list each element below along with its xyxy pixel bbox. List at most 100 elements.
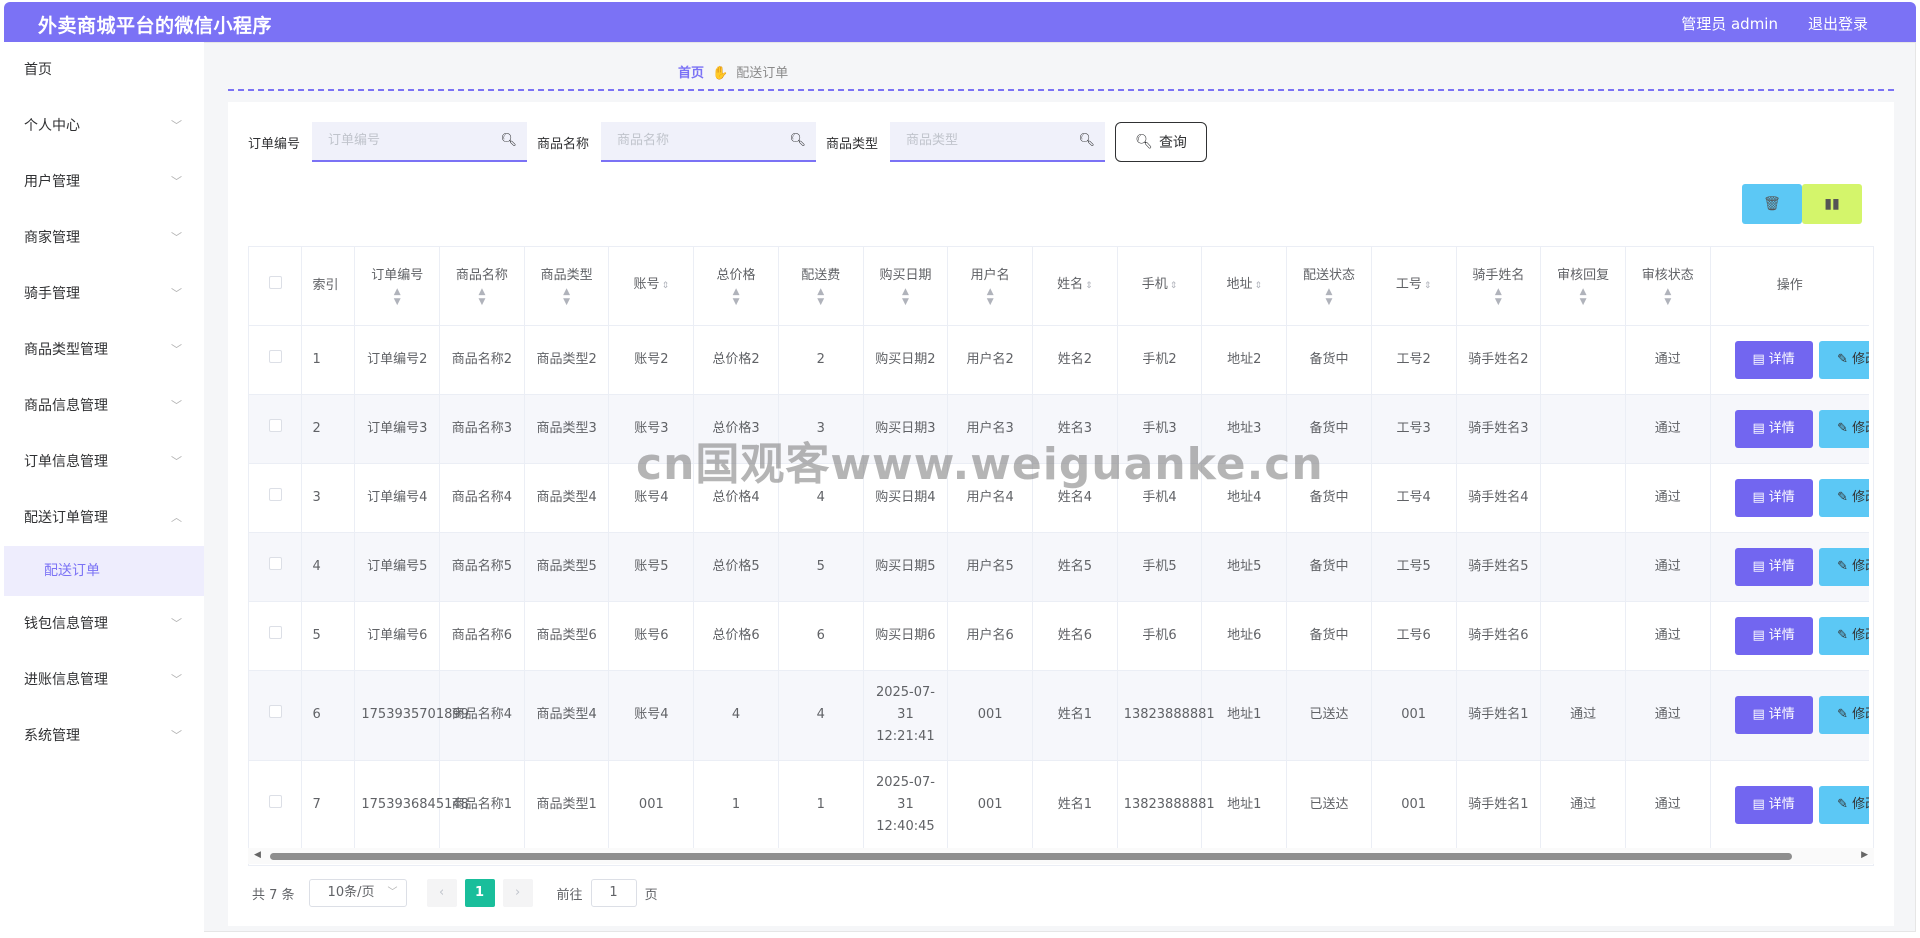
scrollbar-thumb[interactable] (270, 853, 1792, 860)
edit-button[interactable]: ✎修改 (1818, 547, 1869, 586)
order-number-input[interactable]: 订单编号 🔍︎ (312, 122, 528, 162)
column-header[interactable]: 审核回复 ▲ ▼ (1540, 247, 1626, 326)
table-cell: 通过 (1625, 670, 1711, 761)
edit-button[interactable]: ✎修改 (1818, 786, 1869, 824)
sidebar-subitem-delivery-orders[interactable]: 配送订单 (4, 546, 204, 596)
scroll-right-icon[interactable]: ▶ (1861, 850, 1868, 860)
detail-button[interactable]: ▤ 详情 (1734, 340, 1813, 379)
detail-button[interactable]: ▤ 详情 (1734, 696, 1813, 734)
edit-button[interactable]: ✎修改 (1818, 616, 1869, 655)
column-header[interactable]: 地址 ⇕ (1201, 247, 1288, 326)
checkbox[interactable] (268, 625, 282, 639)
column-header[interactable]: 订单编号 ▲ ▼ (354, 247, 441, 326)
sort-icon[interactable]: ▲ ▼ (361, 287, 433, 307)
table-cell: 用户名4 (947, 463, 1033, 533)
column-header[interactable]: 姓名 ⇕ (1032, 247, 1118, 326)
sidebar-item-goods-info[interactable]: 商品信息管理 ﹀ (4, 378, 204, 434)
sort-icon[interactable]: ▲ ▼ (1632, 287, 1704, 307)
detail-button[interactable]: ▤ 详情 (1734, 409, 1813, 448)
column-header[interactable]: 手机 ⇕ (1117, 247, 1203, 326)
goto-page-input[interactable]: 1 (590, 879, 637, 907)
sort-icon[interactable]: ▲ ▼ (1547, 287, 1619, 307)
column-header[interactable]: 工号 ⇕ (1371, 247, 1457, 326)
sidebar-item-delivery[interactable]: 配送订单管理 ︿ (4, 490, 204, 546)
column-header[interactable]: 总价格 ▲ ▼ (693, 247, 779, 326)
sort-icon[interactable]: ▲ ▼ (1293, 287, 1365, 307)
detail-button[interactable]: ▤ 详情 (1734, 478, 1813, 517)
checkbox[interactable] (268, 349, 282, 363)
sort-icon[interactable]: ⇕ (1424, 281, 1432, 291)
statistics-button[interactable]: ▮▮ (1802, 184, 1862, 224)
checkbox[interactable] (268, 705, 282, 718)
row-checkbox-cell[interactable] (249, 532, 303, 602)
chevron-down-icon: ﹀ (171, 175, 182, 188)
checkbox[interactable] (268, 275, 282, 289)
prev-page-button[interactable]: ‹ (426, 879, 457, 907)
sidebar-item-riders[interactable]: 骑手管理 ﹀ (4, 266, 204, 322)
sidebar-item-profile[interactable]: 个人中心 ﹀ (4, 98, 204, 154)
row-checkbox-cell[interactable] (249, 325, 303, 395)
detail-button[interactable]: ▤ 详情 (1734, 547, 1813, 586)
column-header[interactable]: 购买日期 ▲ ▼ (863, 247, 949, 326)
column-header[interactable]: 骑手姓名 ▲ ▼ (1456, 247, 1542, 326)
sidebar-item-merchants[interactable]: 商家管理 ﹀ (4, 210, 204, 266)
scroll-left-icon[interactable]: ◀ (254, 850, 261, 860)
checkbox[interactable] (268, 418, 282, 432)
column-header[interactable]: 商品类型 ▲ ▼ (524, 247, 610, 326)
column-header[interactable]: 商品名称 ▲ ▼ (439, 247, 525, 326)
sidebar-item-system[interactable]: 系统管理 ﹀ (4, 708, 204, 764)
checkbox[interactable] (268, 795, 282, 808)
sort-icon[interactable]: ⇕ (662, 281, 670, 291)
row-checkbox-cell[interactable] (249, 670, 303, 761)
sidebar-item-goods-types[interactable]: 商品类型管理 ﹀ (4, 322, 204, 378)
checkbox[interactable] (268, 556, 282, 570)
sort-icon[interactable]: ▲ ▼ (1463, 287, 1535, 307)
table-cell: 账号4 (608, 463, 695, 533)
batch-delete-button[interactable]: 🗑 (1742, 184, 1802, 224)
page-number-button[interactable]: 1 (464, 879, 495, 907)
row-checkbox-cell[interactable] (249, 463, 303, 533)
column-header[interactable]: 配送费 ▲ ▼ (778, 247, 864, 326)
sort-icon[interactable]: ⇕ (1170, 281, 1178, 291)
page-size-select[interactable]: 10条/页 ﹀ (308, 879, 407, 907)
column-header[interactable]: 配送状态 ▲ ▼ (1286, 247, 1372, 326)
sort-icon[interactable]: ▲ ▼ (700, 287, 772, 307)
sort-icon[interactable]: ⇕ (1085, 281, 1093, 291)
logout-link[interactable]: 退出登录 (1808, 13, 1868, 34)
detail-button[interactable]: ▤ 详情 (1734, 616, 1813, 655)
checkbox[interactable] (268, 487, 282, 501)
sort-icon[interactable]: ▲ ▼ (446, 287, 518, 307)
table-cell: 账号3 (608, 394, 695, 464)
edit-button[interactable]: ✎修改 (1818, 696, 1869, 734)
table-cell: 骑手姓名1 (1456, 760, 1542, 851)
edit-button[interactable]: ✎修改 (1818, 409, 1869, 448)
next-page-button[interactable]: › (502, 879, 533, 907)
sort-icon[interactable]: ▲ ▼ (531, 287, 603, 307)
sidebar-item-income[interactable]: 进账信息管理 ﹀ (4, 652, 204, 708)
sort-icon[interactable]: ▲ ▼ (954, 287, 1026, 307)
column-header[interactable]: 用户名 ▲ ▼ (947, 247, 1033, 326)
sort-icon[interactable]: ▲ ▼ (870, 287, 942, 307)
edit-button[interactable]: ✎修改 (1818, 340, 1869, 379)
chevron-down-icon: ﹀ (171, 287, 182, 300)
row-checkbox-cell[interactable] (249, 394, 303, 464)
table-cell: 13823888881 (1117, 670, 1215, 761)
detail-button[interactable]: ▤ 详情 (1734, 786, 1813, 824)
sidebar-item-orders[interactable]: 订单信息管理 ﹀ (4, 434, 204, 490)
sidebar-item-home[interactable]: 首页 (4, 42, 204, 98)
sort-icon[interactable]: ▲ ▼ (785, 287, 857, 307)
sidebar-item-users[interactable]: 用户管理 ﹀ (4, 154, 204, 210)
sort-icon[interactable]: ⇕ (1254, 281, 1262, 291)
query-button[interactable]: 🔍︎ 查询 (1115, 122, 1208, 162)
horizontal-scrollbar[interactable]: ◀ ▶ (248, 848, 1874, 864)
goods-type-input[interactable]: 商品类型 🔍︎ (890, 122, 1106, 162)
edit-button[interactable]: ✎修改 (1818, 478, 1869, 517)
row-checkbox-cell[interactable] (249, 601, 303, 671)
sidebar-item-wallet[interactable]: 钱包信息管理 ﹀ (4, 596, 204, 652)
select-all-checkbox[interactable] (249, 247, 303, 326)
column-header[interactable]: 审核状态 ▲ ▼ (1625, 247, 1711, 326)
row-checkbox-cell[interactable] (249, 760, 303, 851)
column-header[interactable]: 账号 ⇕ (608, 247, 695, 326)
goods-name-input[interactable]: 商品名称 🔍︎ (601, 122, 817, 162)
breadcrumb-home[interactable]: 首页 (678, 66, 704, 81)
